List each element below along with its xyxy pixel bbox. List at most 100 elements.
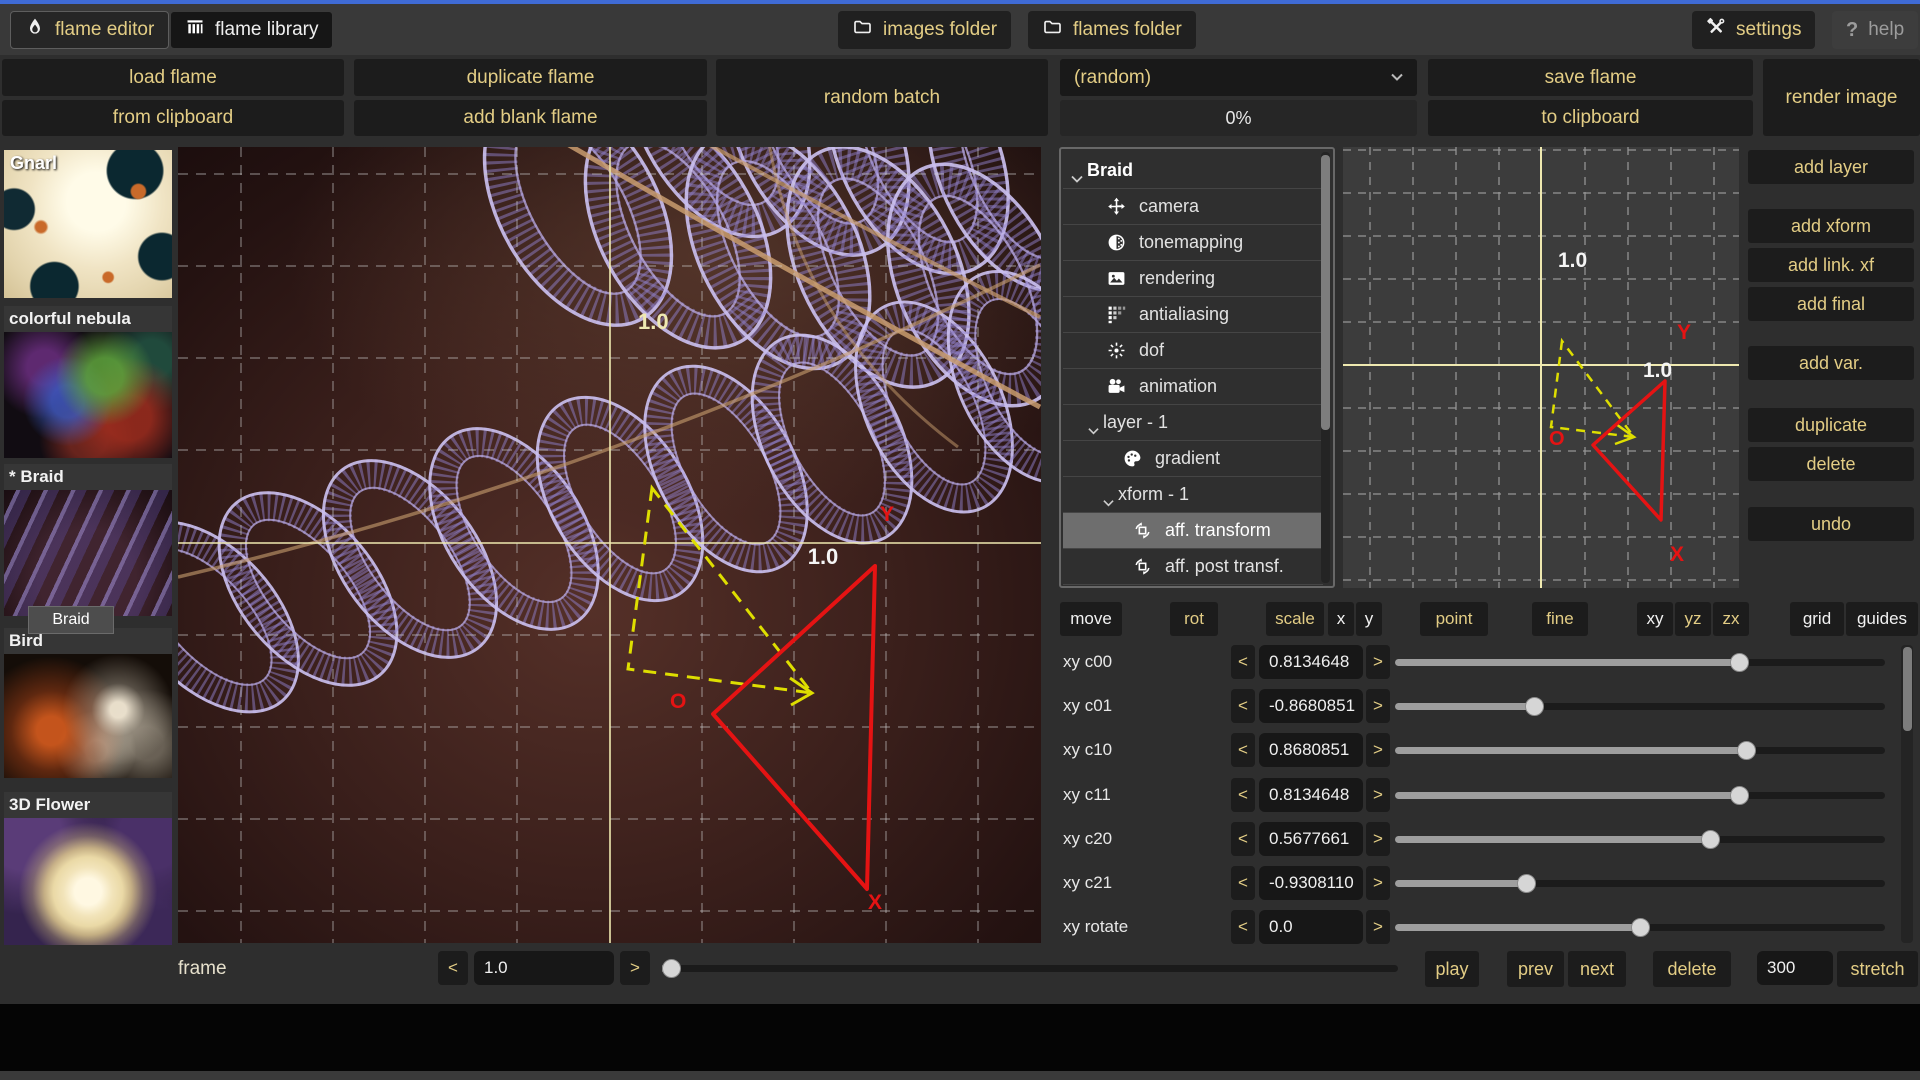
render-image-button[interactable]: render image: [1763, 59, 1920, 136]
settings-button[interactable]: settings: [1692, 11, 1815, 49]
param-slider[interactable]: [1395, 689, 1885, 723]
param-value-field[interactable]: 0.8680851: [1259, 733, 1363, 767]
param-slider[interactable]: [1395, 778, 1885, 812]
library-thumbnail-bird[interactable]: [4, 654, 172, 778]
prev-frame-button[interactable]: prev: [1507, 951, 1564, 987]
from-clipboard-button[interactable]: from clipboard: [2, 100, 344, 136]
param-increment-button[interactable]: >: [1366, 910, 1390, 944]
params-scrollbar-thumb[interactable]: [1903, 647, 1912, 731]
param-value-field[interactable]: 0.5677661: [1259, 822, 1363, 856]
param-increment-button[interactable]: >: [1366, 689, 1390, 723]
tree-item-gradient[interactable]: gradient: [1063, 441, 1323, 477]
frame-decrement-button[interactable]: <: [438, 951, 468, 985]
param-slider[interactable]: [1395, 822, 1885, 856]
tree-item-animation[interactable]: animation: [1063, 369, 1323, 405]
param-slider[interactable]: [1395, 866, 1885, 900]
tree-item-camera[interactable]: camera: [1063, 189, 1323, 225]
param-decrement-button[interactable]: <: [1231, 645, 1255, 679]
frame-count-field[interactable]: 300: [1757, 951, 1833, 985]
param-value-field[interactable]: -0.8680851: [1259, 689, 1363, 723]
transform-editor-view[interactable]: 1.0 1.0 Y X O: [1343, 147, 1739, 588]
plane-yz-toggle[interactable]: yz: [1675, 602, 1711, 636]
axis-y-toggle[interactable]: y: [1356, 602, 1382, 636]
duplicate-flame-button[interactable]: duplicate flame: [354, 59, 707, 96]
add-linked-xform-button[interactable]: add link. xf: [1748, 248, 1914, 282]
delete-button[interactable]: delete: [1748, 447, 1914, 481]
tree-scrollbar-thumb[interactable]: [1321, 155, 1330, 430]
add-variation-button[interactable]: add var.: [1748, 346, 1914, 380]
mode-fine-button[interactable]: fine: [1532, 602, 1588, 636]
param-slider[interactable]: [1395, 733, 1885, 767]
param-slider-knob[interactable]: [1517, 874, 1536, 893]
param-decrement-button[interactable]: <: [1231, 778, 1255, 812]
frame-slider[interactable]: [662, 951, 1398, 985]
random-batch-button[interactable]: random batch: [716, 59, 1048, 136]
param-slider[interactable]: [1395, 910, 1885, 944]
plane-zx-toggle[interactable]: zx: [1713, 602, 1749, 636]
mode-move-button[interactable]: move: [1060, 602, 1122, 636]
param-increment-button[interactable]: >: [1366, 822, 1390, 856]
param-decrement-button[interactable]: <: [1231, 733, 1255, 767]
param-decrement-button[interactable]: <: [1231, 910, 1255, 944]
axis-x-toggle[interactable]: x: [1328, 602, 1354, 636]
images-folder-button[interactable]: images folder: [838, 11, 1011, 49]
param-decrement-button[interactable]: <: [1231, 822, 1255, 856]
param-value-field[interactable]: 0.8134648: [1259, 645, 1363, 679]
param-slider-knob[interactable]: [1737, 741, 1756, 760]
mode-scale-button[interactable]: scale: [1266, 602, 1324, 636]
help-button[interactable]: ? help: [1832, 11, 1918, 49]
next-frame-button[interactable]: next: [1568, 951, 1626, 987]
undo-button[interactable]: undo: [1748, 507, 1914, 541]
stretch-button[interactable]: stretch: [1837, 951, 1918, 987]
tab-flame-library[interactable]: flame library: [170, 11, 333, 49]
load-flame-button[interactable]: load flame: [2, 59, 344, 96]
param-value-field[interactable]: 0.0: [1259, 910, 1363, 944]
tree-scrollbar[interactable]: [1321, 152, 1330, 583]
tree-item-braid[interactable]: Braid: [1063, 153, 1323, 189]
mode-rotate-button[interactable]: rot: [1170, 602, 1218, 636]
duplicate-button[interactable]: duplicate: [1748, 408, 1914, 442]
frame-increment-button[interactable]: >: [620, 951, 650, 985]
tree-item-aff-post-transform[interactable]: aff. post transf.: [1063, 549, 1323, 585]
flames-folder-button[interactable]: flames folder: [1028, 11, 1196, 49]
tree-item-aff-transform[interactable]: aff. transform: [1063, 513, 1323, 549]
param-slider[interactable]: [1395, 645, 1885, 679]
tab-flame-editor[interactable]: flame editor: [10, 11, 169, 49]
library-thumbnail-braid[interactable]: [4, 490, 172, 616]
params-scrollbar[interactable]: [1901, 645, 1913, 943]
param-slider-knob[interactable]: [1730, 653, 1749, 672]
add-xform-button[interactable]: add xform: [1748, 209, 1914, 243]
param-slider-knob[interactable]: [1631, 918, 1650, 937]
tree-item-antialiasing[interactable]: antialiasing: [1063, 297, 1323, 333]
frame-slider-knob[interactable]: [662, 959, 681, 978]
frame-value-field[interactable]: 1.0: [474, 951, 614, 985]
param-decrement-button[interactable]: <: [1231, 689, 1255, 723]
guides-toggle[interactable]: guides: [1846, 602, 1918, 636]
play-button[interactable]: play: [1425, 951, 1479, 987]
library-thumbnail-gnarl[interactable]: Gnarl: [4, 150, 172, 298]
param-increment-button[interactable]: >: [1366, 778, 1390, 812]
param-increment-button[interactable]: >: [1366, 866, 1390, 900]
delete-frame-button[interactable]: delete: [1653, 951, 1731, 987]
library-thumbnail-colorful-nebula[interactable]: [4, 332, 172, 458]
param-slider-knob[interactable]: [1730, 786, 1749, 805]
param-slider-knob[interactable]: [1525, 697, 1544, 716]
param-value-field[interactable]: -0.9308110: [1259, 866, 1363, 900]
param-slider-knob[interactable]: [1701, 830, 1720, 849]
random-style-select[interactable]: (random): [1060, 59, 1417, 96]
param-value-field[interactable]: 0.8134648: [1259, 778, 1363, 812]
mode-point-button[interactable]: point: [1420, 602, 1488, 636]
param-increment-button[interactable]: >: [1366, 733, 1390, 767]
tree-item-rendering[interactable]: rendering: [1063, 261, 1323, 297]
tree-item-dof[interactable]: dof: [1063, 333, 1323, 369]
add-final-xform-button[interactable]: add final: [1748, 287, 1914, 321]
to-clipboard-button[interactable]: to clipboard: [1428, 100, 1753, 136]
grid-toggle[interactable]: grid: [1790, 602, 1844, 636]
add-layer-button[interactable]: add layer: [1748, 150, 1914, 184]
tree-item-xform-1[interactable]: xform - 1: [1063, 477, 1323, 513]
tree-item-layer-1[interactable]: layer - 1: [1063, 405, 1323, 441]
add-blank-flame-button[interactable]: add blank flame: [354, 100, 707, 136]
plane-xy-toggle[interactable]: xy: [1637, 602, 1673, 636]
flame-canvas[interactable]: 1.0 1.0 Y X O: [178, 147, 1041, 943]
save-flame-button[interactable]: save flame: [1428, 59, 1753, 96]
